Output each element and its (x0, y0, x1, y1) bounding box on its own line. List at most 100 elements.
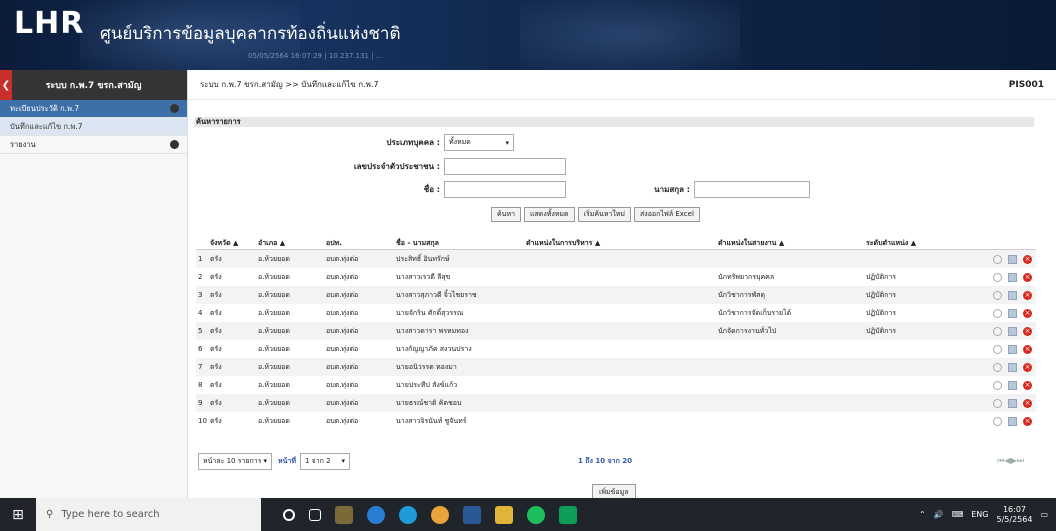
name-input[interactable] (444, 181, 566, 198)
row-org: อบต.ทุ่งต่อ (326, 416, 359, 425)
sidebar-item-report[interactable]: รายงาน (0, 136, 187, 154)
chrome-icon[interactable] (431, 505, 449, 524)
surname-label: นามสกุล : (654, 185, 690, 194)
row-org: อบต.ทุ่งต่อ (326, 326, 359, 335)
language-indicator[interactable]: ENG (971, 510, 988, 519)
cortana-icon[interactable] (283, 508, 295, 521)
view-icon[interactable] (993, 416, 1002, 426)
edit-icon[interactable] (1008, 254, 1017, 264)
edit-icon[interactable] (1008, 398, 1017, 408)
table-row: 6 ตรัง อ.ห้วยยอด อบต.ทุ่งต่อ นางกัญญาภัค สงว… (196, 340, 1036, 358)
col-name: ชื่อ - นามสกุล (396, 239, 439, 247)
col-district[interactable]: อำเภอ ▲ (258, 238, 326, 249)
edit-icon[interactable] (1008, 272, 1017, 282)
page-nav-icons[interactable]: ⏮◀▶⏭ (997, 456, 1024, 466)
person-type-select[interactable]: ทั้งหมด ▾ (444, 134, 514, 151)
row-name: นายอนิวรรต ทองมา (396, 362, 457, 371)
session-info: 05/05/2564 16:07:29 | 10.237.131 | ... (248, 52, 383, 60)
col-admin-position[interactable]: ตำแหน่งในการบริหาร ▲ (526, 238, 718, 249)
row-name: นางสาวดารา พรหมทอง (396, 326, 469, 335)
expand-icon (170, 140, 179, 149)
row-district: อ.ห้วยยอด (258, 362, 290, 371)
chevron-down-icon: ▾ (341, 457, 345, 465)
search-button[interactable]: ค้นหา (491, 207, 522, 222)
edit-icon[interactable] (1008, 308, 1017, 318)
page-select[interactable]: 1 จาก 2 ▾ (299, 452, 350, 470)
search-title: ค้นหารายการ (194, 117, 1034, 127)
row-number: 5 (198, 326, 203, 335)
delete-icon[interactable]: × (1023, 272, 1032, 282)
view-icon[interactable] (993, 380, 1002, 390)
taskbar-search[interactable]: ⚲ Type here to search (36, 498, 261, 531)
row-number: 10 (198, 416, 207, 425)
view-icon[interactable] (993, 362, 1002, 372)
row-province: ตรัง (210, 290, 222, 299)
volume-icon[interactable]: 🔊 (934, 510, 944, 519)
chevron-down-icon: ▾ (505, 138, 509, 147)
row-name: นางสาวสุภาวดี จิ้วไชยราช (396, 290, 477, 299)
show-all-button[interactable]: แสดงทั้งหมด (524, 207, 575, 222)
delete-icon[interactable]: × (1023, 290, 1032, 300)
row-org: อบต.ทุ่งต่อ (326, 362, 359, 371)
table-row: 2 ตรัง อ.ห้วยยอด อบต.ทุ่งต่อ นางสาวเรวดี ลีส… (196, 268, 1036, 286)
delete-icon[interactable]: × (1023, 308, 1032, 318)
delete-icon[interactable]: × (1023, 398, 1032, 408)
col-line-position[interactable]: ตำแหน่งในสายงาน ▲ (718, 238, 866, 249)
col-province[interactable]: จังหวัด ▲ (196, 238, 258, 249)
windows-start-icon[interactable]: ⊞ (0, 498, 36, 531)
edit-icon[interactable] (1008, 290, 1017, 300)
edit-icon[interactable] (1008, 380, 1017, 390)
store-icon[interactable] (335, 505, 353, 524)
reset-button[interactable]: เริ่มค้นหาใหม่ (577, 207, 632, 222)
table-row: 5 ตรัง อ.ห้วยยอด อบต.ทุ่งต่อ นางสาวดารา พรหม… (196, 322, 1036, 340)
clock[interactable]: 16:07 5/5/2564 (997, 505, 1033, 525)
edge-icon[interactable] (399, 505, 417, 524)
chevron-left-icon[interactable]: ❮ (0, 70, 12, 100)
view-icon[interactable] (993, 254, 1002, 264)
network-icon[interactable]: ⌨ (952, 510, 964, 519)
view-icon[interactable] (993, 272, 1002, 282)
row-name: นางสาวเรวดี ลีสุข (396, 272, 451, 281)
edge-legacy-icon[interactable] (367, 505, 385, 524)
table-header: จังหวัด ▲ อำเภอ ▲ อปท. ชื่อ - นามสกุล ตำ… (196, 238, 1036, 250)
id-input[interactable] (444, 158, 566, 175)
delete-icon[interactable]: × (1023, 254, 1032, 264)
row-org: อบต.ทุ่งต่อ (326, 308, 359, 317)
delete-icon[interactable]: × (1023, 362, 1032, 372)
view-icon[interactable] (993, 290, 1002, 300)
view-icon[interactable] (993, 308, 1002, 318)
task-view-icon[interactable] (309, 508, 321, 521)
row-province: ตรัง (210, 254, 222, 263)
view-icon[interactable] (993, 398, 1002, 408)
delete-icon[interactable]: × (1023, 344, 1032, 354)
row-number: 6 (198, 344, 203, 353)
chevron-up-icon[interactable]: ⌃ (919, 510, 926, 519)
row-district: อ.ห้วยยอด (258, 272, 290, 281)
id-label: เลขประจำตัวประชาชน : (353, 162, 440, 171)
surname-input[interactable] (694, 181, 810, 198)
main-content: ระบบ ก.พ.7 ขรก.สามัญ >> บันทึกและแก้ไข ก… (188, 70, 1056, 500)
notification-icon[interactable]: ▭ (1040, 510, 1048, 519)
view-icon[interactable] (993, 326, 1002, 336)
file-explorer-icon[interactable] (495, 505, 513, 524)
export-excel-button[interactable]: ส่งออกไฟล์ Excel (634, 207, 700, 222)
edit-icon[interactable] (1008, 344, 1017, 354)
edit-icon[interactable] (1008, 416, 1017, 426)
delete-icon[interactable]: × (1023, 380, 1032, 390)
row-org: อบต.ทุ่งต่อ (326, 272, 359, 281)
edit-icon[interactable] (1008, 326, 1017, 336)
edit-icon[interactable] (1008, 362, 1017, 372)
col-level[interactable]: ระดับตำแหน่ง ▲ (866, 238, 966, 249)
table-row: 10 ตรัง อ.ห้วยยอด อบต.ทุ่งต่อ นางสาวจิรนันท์… (196, 412, 1036, 430)
delete-icon[interactable]: × (1023, 326, 1032, 336)
row-province: ตรัง (210, 362, 222, 371)
delete-icon[interactable]: × (1023, 416, 1032, 426)
per-page-select[interactable]: หน้าละ 10 รายการ ▾ (198, 452, 272, 470)
line-icon[interactable] (527, 505, 545, 524)
sidebar-item-edit[interactable]: บันทึกและแก้ไข ก.พ.7 (0, 118, 187, 136)
app-icon[interactable] (559, 505, 577, 524)
view-icon[interactable] (993, 344, 1002, 354)
sidebar-item-registry[interactable]: ทะเบียนประวัติ ก.พ.7 (0, 100, 187, 118)
word-icon[interactable] (463, 505, 481, 524)
site-title: ศูนย์บริการข้อมูลบุคลากรท้องถิ่นแห่งชาติ (100, 24, 401, 44)
